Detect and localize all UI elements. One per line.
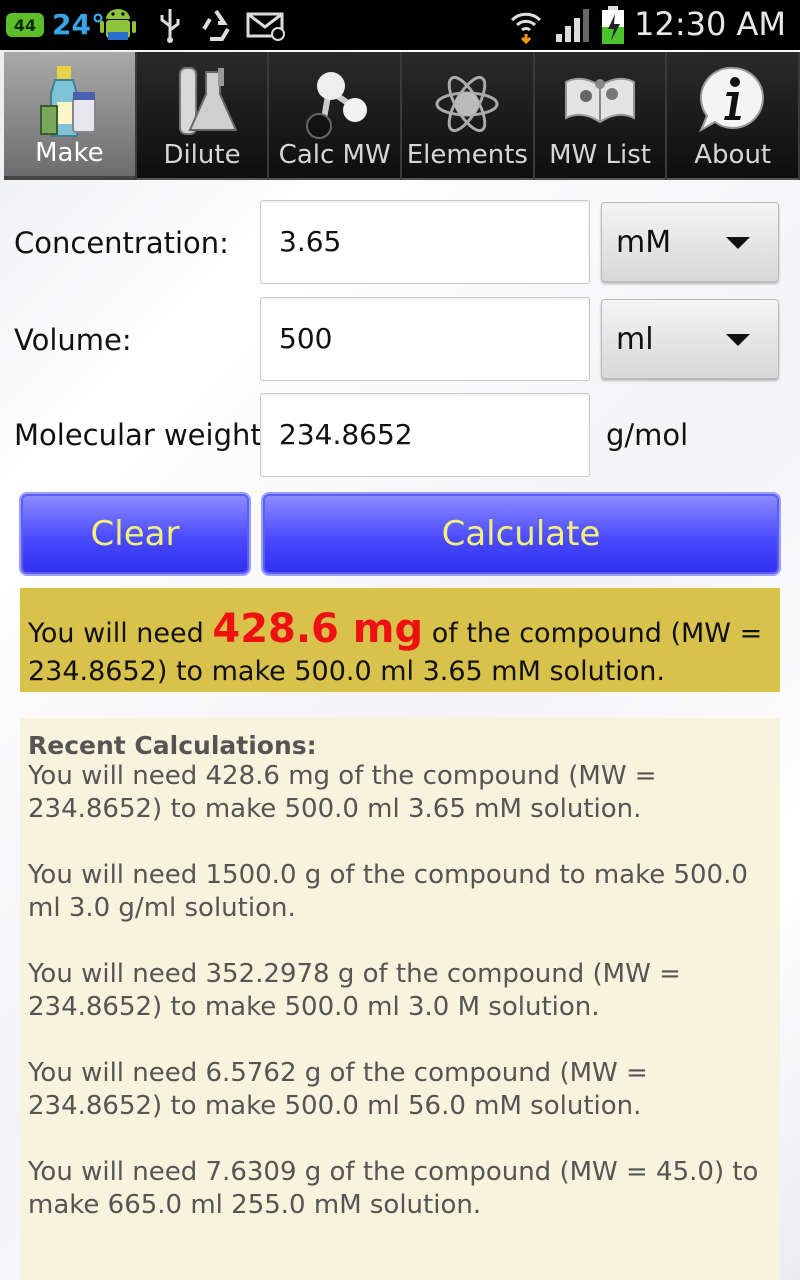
email-icon	[246, 6, 286, 44]
calculate-button[interactable]: Calculate	[263, 494, 779, 574]
recent-title: Recent Calculations:	[28, 731, 317, 760]
tab-label: MW List	[549, 140, 651, 170]
chevron-down-icon	[726, 237, 750, 249]
wifi-icon	[508, 6, 544, 44]
volume-unit-dropdown[interactable]: ml	[601, 299, 779, 379]
list-item: You will need 6.5762 g of the compound (…	[28, 1058, 648, 1121]
flask-icon	[137, 62, 268, 142]
status-bar: 44 24° 12:30 AM	[0, 0, 800, 50]
list-item: You will need 352.2978 g of the compound…	[28, 959, 681, 1022]
chevron-down-icon	[726, 334, 750, 346]
tab-bar: Make Dilute Calc MW Elements MW List Abo…	[4, 52, 800, 180]
tab-make[interactable]: Make	[4, 52, 135, 180]
list-item: You will need 1500.0 g of the compound t…	[28, 860, 748, 923]
tab-about[interactable]: About	[667, 52, 799, 180]
tab-elements[interactable]: Elements	[402, 52, 533, 180]
tab-label: Dilute	[163, 140, 241, 170]
molecular-weight-unit: g/mol	[606, 418, 689, 452]
bottles-icon	[4, 62, 135, 142]
clear-button[interactable]: Clear	[21, 494, 249, 574]
recycle-icon	[198, 6, 234, 44]
tab-dilute[interactable]: Dilute	[136, 52, 268, 180]
book-icon	[535, 62, 666, 142]
battery-charging-icon	[600, 6, 626, 44]
notification-badge: 44	[6, 13, 44, 37]
tab-label: Calc MW	[278, 140, 391, 170]
usb-icon	[155, 6, 185, 44]
info-icon	[667, 62, 798, 142]
clock: 12:30 AM	[634, 5, 786, 43]
list-item: You will need 428.6 mg of the compound (…	[28, 761, 657, 824]
concentration-unit-dropdown[interactable]: mM	[601, 202, 779, 282]
molecule-icon	[269, 62, 400, 142]
concentration-input[interactable]: 3.65	[260, 200, 590, 284]
tab-label: About	[694, 140, 772, 170]
result-prefix: You will need	[28, 618, 213, 649]
list-item: You will need 7.6309 g of the compound (…	[28, 1157, 759, 1220]
tab-mw-list[interactable]: MW List	[534, 52, 666, 180]
result-box: You will need 428.6 mg of the compound (…	[20, 588, 780, 692]
molecular-weight-label: Molecular weight:	[14, 418, 272, 452]
concentration-unit-value: mM	[616, 225, 672, 260]
result-amount: 428.6 mg	[212, 606, 424, 652]
android-icon	[98, 6, 138, 44]
atom-icon	[402, 62, 533, 142]
tab-calc-mw[interactable]: Calc MW	[269, 52, 401, 180]
tab-label: Make	[35, 138, 104, 168]
volume-unit-value: ml	[616, 322, 654, 357]
molecular-weight-input[interactable]: 234.8652	[260, 393, 590, 477]
volume-label: Volume:	[14, 323, 132, 357]
signal-icon	[554, 6, 592, 44]
recent-calculations: Recent Calculations: You will need 428.6…	[20, 718, 780, 1280]
concentration-label: Concentration:	[14, 226, 229, 260]
volume-input[interactable]: 500	[260, 297, 590, 381]
tab-label: Elements	[406, 140, 528, 170]
